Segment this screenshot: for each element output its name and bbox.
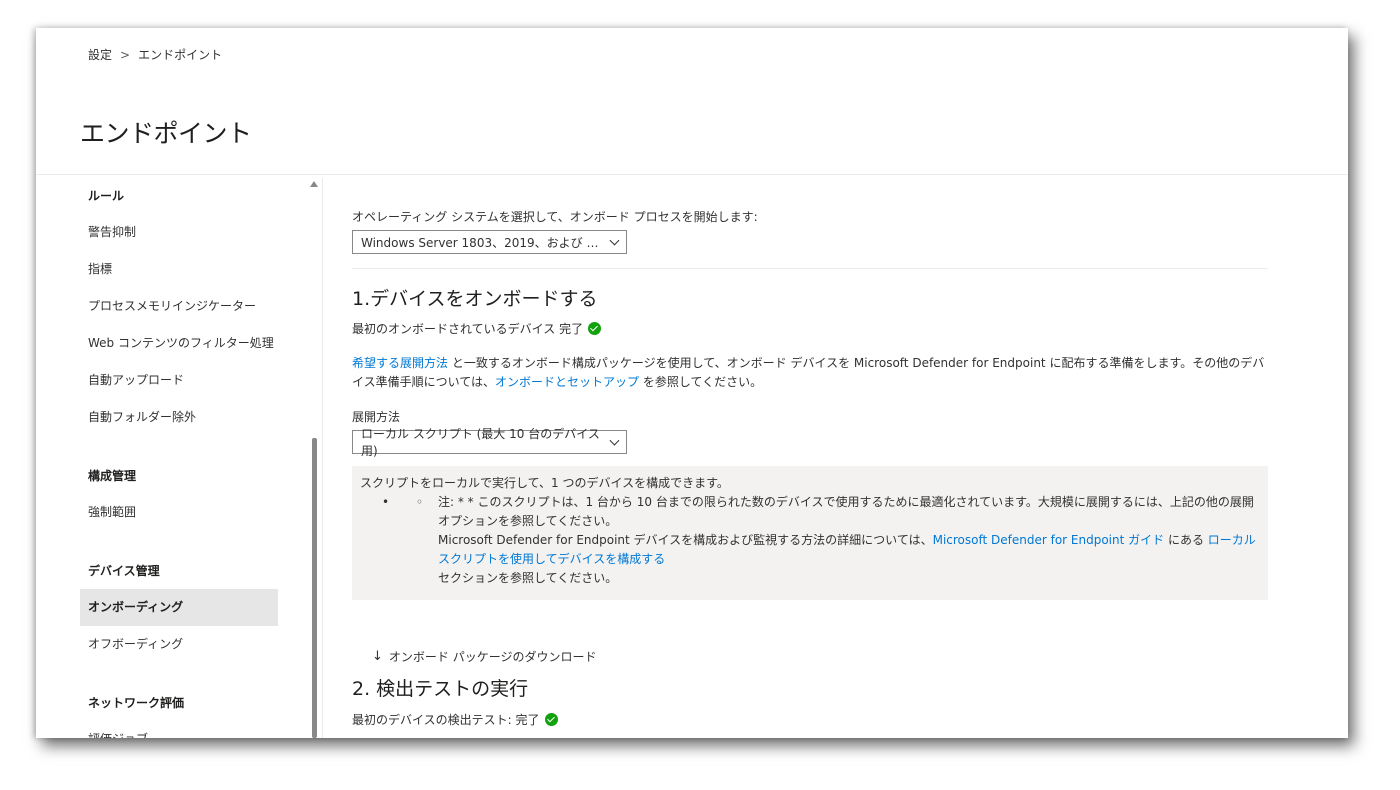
os-dropdown-value: Windows Server 1803、2019、および …	[361, 235, 599, 250]
step1-title: 1.デバイスをオンボードする	[352, 288, 598, 310]
deployment-method-label: 展開方法	[352, 410, 401, 424]
download-package-button[interactable]: ↓ オンボード パッケージのダウンロード	[372, 648, 596, 665]
os-select-label: オペレーティング システムを選択して、オンボード プロセスを開始します:	[352, 210, 758, 224]
sidebar-item-automated-upload[interactable]: 自動アップロード	[80, 362, 278, 399]
success-check-icon	[544, 713, 558, 726]
breadcrumb-current: エンドポイント	[138, 48, 223, 62]
circle-bullet-icon: ◦	[416, 495, 424, 509]
deployment-method-dropdown[interactable]: ローカル スクリプト (最大 10 台のデバイス用)	[352, 427, 627, 458]
notice-more-text-2: にある	[1164, 533, 1208, 547]
page-title: エンドポイント	[80, 119, 252, 148]
header-divider	[36, 174, 1348, 175]
breadcrumb-separator-icon: >	[120, 47, 131, 62]
sidebar-item-web-content-filtering[interactable]: Web コンテンツのフィルター処理	[80, 325, 278, 362]
local-script-notice: スクリプトをローカルで実行して、1 つのデバイスを構成できます。 • ◦ 注: …	[352, 466, 1268, 600]
os-dropdown[interactable]: Windows Server 1803、2019、および …	[352, 230, 627, 254]
step1-status-text: 最初のオンボードされているデバイス 完了	[352, 322, 584, 336]
onboarding-setup-link[interactable]: オンボードとセットアップ	[495, 375, 639, 389]
notice-more-info: Microsoft Defender for Endpoint デバイスを構成お…	[438, 531, 1260, 569]
bullet-icon: •	[382, 495, 390, 509]
chevron-down-icon	[609, 235, 620, 245]
sidebar-item-enforcement-scope[interactable]: 強制範囲	[80, 494, 278, 531]
sidebar-item-offboarding[interactable]: オフボーディング	[80, 626, 278, 663]
step2-title: 2. 検出テストの実行	[352, 678, 529, 700]
section-divider	[352, 268, 1268, 269]
defender-guide-link[interactable]: Microsoft Defender for Endpoint ガイド	[933, 533, 1165, 547]
breadcrumb: 設定 > エンドポイント	[88, 46, 222, 63]
onboarding-content: オペレーティング システムを選択して、オンボード プロセスを開始します: Win…	[352, 178, 1268, 738]
nav-section-network-assessment: ネットワーク評価	[88, 696, 185, 710]
notice-bullet: • ◦ 注: * * このスクリプトは、1 台から 10 台までの限られた数のデ…	[360, 493, 1260, 531]
app-window: 設定 > エンドポイント エンドポイント ルール 警告抑制 指標 プロセスメモリ…	[36, 28, 1348, 738]
success-check-icon	[588, 322, 602, 335]
scroll-up-arrow-icon[interactable]	[310, 181, 318, 187]
sidebar-item-assessment-jobs[interactable]: 評価ジョブ	[80, 721, 278, 738]
step2-status-text: 最初のデバイスの検出テスト: 完了	[352, 713, 540, 727]
sidebar-item-alert-suppression[interactable]: 警告抑制	[80, 214, 278, 251]
sidebar-item-indicators[interactable]: 指標	[80, 251, 278, 288]
settings-sidebar: ルール 警告抑制 指標 プロセスメモリインジケーター Web コンテンツのフィル…	[80, 178, 320, 738]
notice-more-text-1: Microsoft Defender for Endpoint デバイスを構成お…	[438, 533, 933, 547]
nav-section-rules: ルール	[88, 189, 125, 203]
deployment-method-value: ローカル スクリプト (最大 10 台のデバイス用)	[361, 427, 600, 458]
sidebar-item-automation-folder-exclusions[interactable]: 自動フォルダー除外	[80, 399, 278, 436]
sidebar-item-onboarding[interactable]: オンボーディング	[80, 589, 278, 626]
onboarding-description: 希望する展開方法 と一致するオンボード構成パッケージを使用して、オンボード デバ…	[352, 354, 1268, 392]
notice-note: 注: * * このスクリプトは、1 台から 10 台までの限られた数のデバイスで…	[438, 495, 1254, 528]
sidebar-scrollbar[interactable]	[312, 438, 317, 738]
sidebar-item-process-memory-indicators[interactable]: プロセスメモリインジケーター	[80, 288, 278, 325]
deployment-method-link[interactable]: 希望する展開方法	[352, 356, 448, 370]
step1-status: 最初のオンボードされているデバイス 完了	[352, 320, 602, 337]
nav-section-device-management: デバイス管理	[88, 564, 160, 578]
desc-text-1: と一致するオンボード構成パッケージを使用して、オンボード デバイスを Micro…	[352, 356, 1265, 389]
desc-text-2: を参照してください。	[639, 375, 763, 389]
content-divider	[322, 178, 323, 738]
breadcrumb-root[interactable]: 設定	[88, 46, 112, 63]
chevron-down-icon	[609, 435, 620, 445]
download-package-label: オンボード パッケージのダウンロード	[388, 650, 597, 664]
download-arrow-icon: ↓	[372, 649, 383, 664]
step2-status: 最初のデバイスの検出テスト: 完了	[352, 711, 558, 728]
nav-section-configuration-management: 構成管理	[88, 469, 137, 483]
notice-see-section: セクションを参照してください。	[438, 571, 618, 585]
notice-intro: スクリプトをローカルで実行して、1 つのデバイスを構成できます。	[360, 476, 729, 490]
